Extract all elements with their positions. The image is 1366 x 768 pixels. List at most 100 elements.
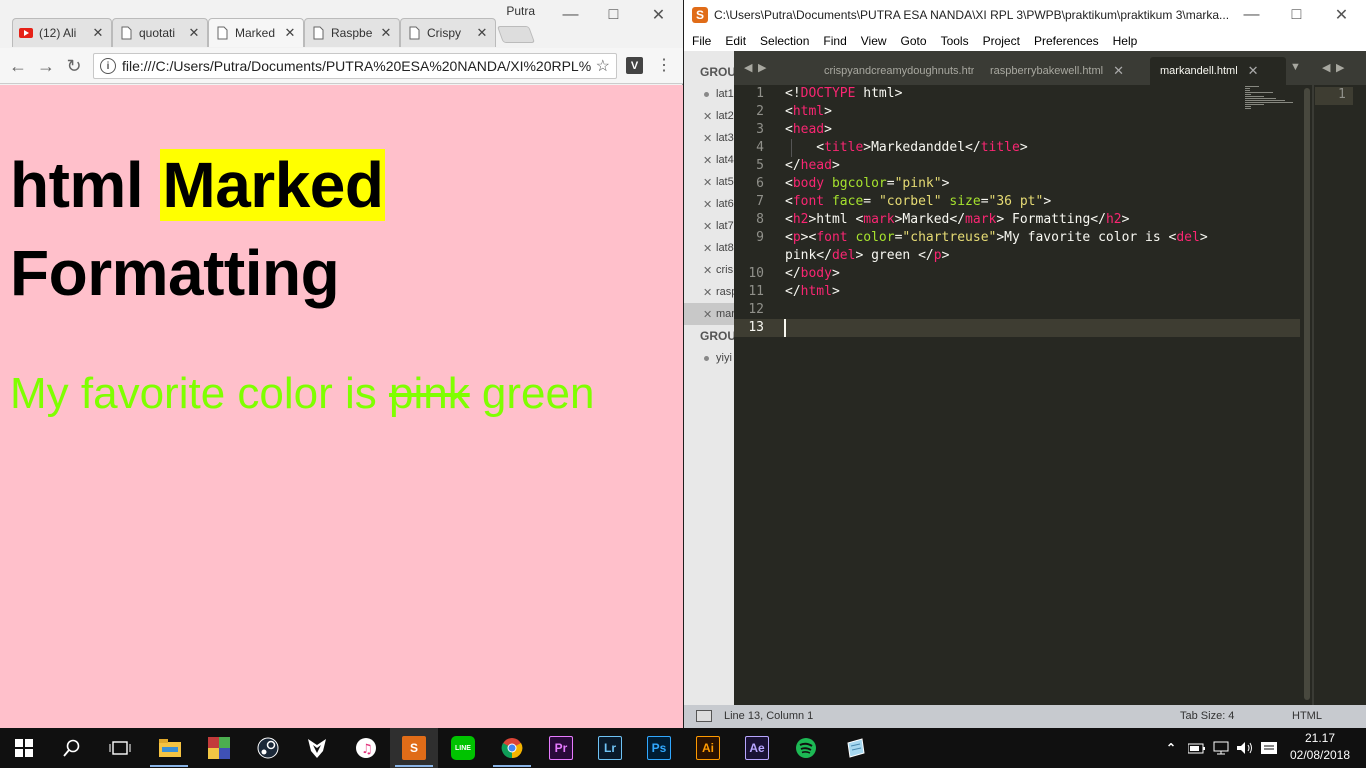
itunes-icon[interactable]: ♫ bbox=[354, 736, 378, 760]
code-line[interactable]: <font face= "corbel" size="36 pt"> bbox=[785, 193, 1051, 211]
back-icon[interactable]: ← bbox=[6, 54, 30, 78]
sidebar-file-item[interactable]: ✕ lat4 bbox=[684, 149, 734, 171]
tab-close-icon[interactable]: ✕ bbox=[1113, 63, 1124, 79]
tab-scroll-right-icon[interactable]: ▶ bbox=[758, 61, 766, 74]
code-line[interactable]: <!DOCTYPE html> bbox=[785, 85, 902, 103]
notepad-icon[interactable] bbox=[843, 736, 867, 760]
info-icon[interactable]: i bbox=[100, 58, 116, 74]
keyboard-icon[interactable] bbox=[1260, 736, 1278, 760]
sidebar-file-item[interactable]: ✕ lat2 bbox=[684, 105, 734, 127]
new-tab-button[interactable] bbox=[496, 26, 536, 43]
sidebar-file-item[interactable]: ✕ cris bbox=[684, 259, 734, 281]
code-line[interactable]: pink</del> green </p> bbox=[785, 247, 949, 265]
code-line[interactable]: <p><font color="chartreuse">My favorite … bbox=[785, 229, 1208, 247]
clock-date[interactable]: 02/08/2018 bbox=[1288, 748, 1352, 762]
chrome-menu-icon[interactable]: ⋮ bbox=[656, 56, 672, 76]
address-bar[interactable]: i file:///C:/Users/Putra/Documents/PUTRA… bbox=[93, 53, 617, 79]
code-line[interactable]: <title>Markedanddel</title> bbox=[785, 139, 1027, 157]
profile-name[interactable]: Putra bbox=[506, 4, 535, 18]
menu-project[interactable]: Project bbox=[983, 34, 1020, 48]
code-line[interactable]: </body> bbox=[785, 265, 840, 283]
code-line[interactable]: <html> bbox=[785, 103, 832, 121]
chrome-icon[interactable] bbox=[500, 736, 524, 760]
line-icon[interactable]: LINE bbox=[451, 736, 475, 760]
tab-close-icon[interactable]: ✕ bbox=[475, 25, 489, 40]
sidebar-file-item[interactable]: ✕ rasp bbox=[684, 281, 734, 303]
tray-chevron-icon[interactable]: ⌃ bbox=[1164, 736, 1178, 760]
clock-time[interactable]: 21.17 bbox=[1295, 731, 1345, 745]
close-file-icon[interactable]: ✕ bbox=[703, 286, 712, 299]
code-line[interactable]: </head> bbox=[785, 157, 840, 175]
close-file-icon[interactable]: ✕ bbox=[703, 308, 712, 321]
after-effects-icon[interactable]: Ae bbox=[745, 736, 769, 760]
menu-file[interactable]: File bbox=[692, 34, 711, 48]
menu-edit[interactable]: Edit bbox=[725, 34, 746, 48]
sidebar-file-item[interactable]: ✕ lat3 bbox=[684, 127, 734, 149]
volume-icon[interactable] bbox=[1236, 736, 1254, 760]
close-file-icon[interactable]: ✕ bbox=[703, 176, 712, 189]
tab-close-icon[interactable]: ✕ bbox=[91, 25, 105, 40]
sidebar-file-item[interactable]: ✕ lat5 bbox=[684, 171, 734, 193]
winrar-icon[interactable] bbox=[207, 736, 231, 760]
menu-selection[interactable]: Selection bbox=[760, 34, 809, 48]
lightroom-icon[interactable]: Lr bbox=[598, 736, 622, 760]
browser-tab-youtube[interactable]: (12) Ali ✕ bbox=[12, 18, 112, 47]
network-icon[interactable] bbox=[1212, 736, 1230, 760]
maximize-icon[interactable]: □ bbox=[1274, 2, 1319, 28]
sidebar-file-item-selected[interactable]: ✕ mar bbox=[684, 303, 734, 325]
browser-tab-quotation[interactable]: quotati ✕ bbox=[112, 18, 208, 47]
tab-size[interactable]: Tab Size: 4 bbox=[1180, 710, 1234, 722]
sidebar-group-header[interactable]: GROU bbox=[700, 65, 734, 79]
forward-icon[interactable]: → bbox=[34, 54, 58, 78]
bookmark-star-icon[interactable]: ☆ bbox=[596, 56, 610, 76]
menu-help[interactable]: Help bbox=[1113, 34, 1138, 48]
editor-tab-crispy[interactable]: crispyandcreamydoughnuts.htr bbox=[824, 57, 974, 85]
tab-close-icon[interactable]: ✕ bbox=[379, 25, 393, 40]
browser-tab-raspberry[interactable]: Raspbe ✕ bbox=[304, 18, 400, 47]
sidebar-file-item[interactable]: ✕ lat6 bbox=[684, 193, 734, 215]
fl-studio-icon[interactable] bbox=[305, 736, 329, 760]
close-icon[interactable]: ✕ bbox=[1319, 2, 1364, 28]
close-file-icon[interactable]: ✕ bbox=[703, 220, 712, 233]
close-file-icon[interactable]: ✕ bbox=[703, 264, 712, 277]
menu-find[interactable]: Find bbox=[823, 34, 846, 48]
editor-tab-markandell[interactable]: markandell.html ✕ bbox=[1150, 57, 1286, 85]
battery-icon[interactable] bbox=[1188, 736, 1206, 760]
maximize-icon[interactable]: □ bbox=[591, 2, 636, 28]
close-file-icon[interactable]: ✕ bbox=[703, 154, 712, 167]
close-file-icon[interactable]: ✕ bbox=[703, 110, 712, 123]
task-view-icon[interactable] bbox=[108, 736, 132, 760]
editor-tab-raspberry[interactable]: raspberrybakewell.html ✕ bbox=[990, 57, 1140, 85]
browser-tab-marked[interactable]: Marked ✕ bbox=[208, 18, 304, 47]
sidebar-file-item[interactable]: ✕ lat7 bbox=[684, 215, 734, 237]
menu-view[interactable]: View bbox=[861, 34, 887, 48]
tab-close-icon[interactable]: ✕ bbox=[1248, 63, 1259, 79]
premiere-icon[interactable]: Pr bbox=[549, 736, 573, 760]
search-icon[interactable] bbox=[60, 736, 84, 760]
close-file-icon[interactable]: ✕ bbox=[703, 198, 712, 211]
sublime-text-icon[interactable]: S bbox=[402, 736, 426, 760]
menu-goto[interactable]: Goto bbox=[901, 34, 927, 48]
tab-scroll-right-icon[interactable]: ▶ bbox=[1336, 61, 1344, 74]
minimap[interactable] bbox=[1245, 86, 1297, 112]
sidebar-file-item[interactable]: yiyi bbox=[684, 347, 734, 369]
panel-toggle-icon[interactable] bbox=[696, 710, 712, 722]
close-file-icon[interactable]: ✕ bbox=[703, 242, 712, 255]
tab-scroll-left-icon[interactable]: ◀ bbox=[744, 61, 752, 74]
minimize-icon[interactable]: — bbox=[548, 2, 593, 28]
file-explorer-icon[interactable] bbox=[158, 736, 182, 760]
code-editor[interactable]: 1 2 3 4 5 6 7 8 9 10 11 12 13 <!DOCTYPE html> <html> <… bbox=[734, 85, 1300, 705]
tab-close-icon[interactable]: ✕ bbox=[283, 25, 297, 40]
spotify-icon[interactable] bbox=[794, 736, 818, 760]
editor-scrollbar[interactable] bbox=[1304, 88, 1310, 700]
syntax-mode[interactable]: HTML bbox=[1292, 710, 1322, 722]
code-line[interactable]: <body bgcolor="pink"> bbox=[785, 175, 949, 193]
sidebar-file-item[interactable]: lat1 bbox=[684, 83, 734, 105]
code-line[interactable]: <head> bbox=[785, 121, 832, 139]
illustrator-icon[interactable]: Ai bbox=[696, 736, 720, 760]
browser-tab-crispy[interactable]: Crispy ✕ bbox=[400, 18, 496, 47]
close-file-icon[interactable]: ✕ bbox=[703, 132, 712, 145]
tab-close-icon[interactable]: ✕ bbox=[187, 25, 201, 40]
code-line[interactable]: <h2>html <mark>Marked</mark> Formatting<… bbox=[785, 211, 1129, 229]
extension-icon[interactable]: V bbox=[626, 57, 643, 74]
